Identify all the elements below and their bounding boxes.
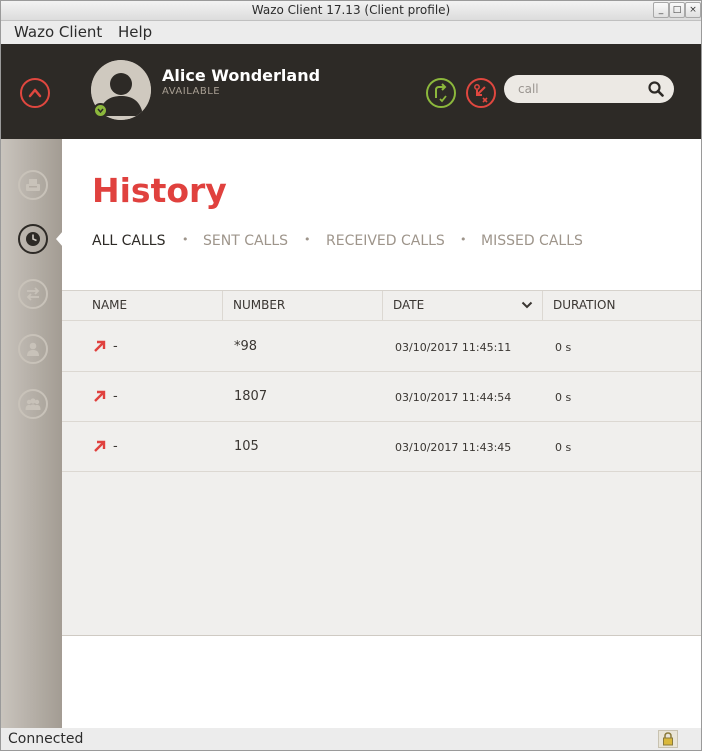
call-name: -: [113, 389, 118, 404]
menu-bar: Wazo Client Help: [1, 21, 701, 44]
panel-footer-area: [62, 637, 701, 728]
header: Alice Wonderland AVAILABLE: [1, 44, 701, 139]
user-name: Alice Wonderland: [162, 66, 321, 85]
sidebar-item-contacts[interactable]: [18, 334, 48, 364]
history-panel: History ALL CALLS • SENT CALLS • RECEIVE…: [62, 139, 701, 728]
window-title: Wazo Client 17.13 (Client profile): [251, 3, 451, 17]
tab-separator: •: [460, 233, 467, 246]
transfer-icon: [26, 287, 40, 301]
tab-separator: •: [304, 233, 311, 246]
column-header-number[interactable]: NUMBER: [233, 298, 285, 312]
table-row[interactable]: - *98 03/10/2017 11:45:11 0 s: [62, 322, 701, 372]
page-title: History: [92, 171, 227, 210]
table-row[interactable]: - 1807 03/10/2017 11:44:54 0 s: [62, 372, 701, 422]
outgoing-call-icon: [94, 440, 106, 452]
title-bar[interactable]: Wazo Client 17.13 (Client profile) _ □ ×: [1, 1, 701, 21]
maximize-button[interactable]: □: [669, 2, 685, 18]
do-not-disturb-button[interactable]: [466, 78, 496, 108]
call-name: -: [113, 339, 118, 354]
tab-all-calls[interactable]: ALL CALLS: [92, 233, 165, 249]
column-header-name[interactable]: NAME: [92, 298, 127, 312]
call-reject-icon: [474, 84, 488, 103]
contact-icon: [27, 342, 39, 356]
sidebar-item-fax[interactable]: [18, 170, 48, 200]
sidebar: [1, 139, 63, 728]
tab-received-calls[interactable]: RECEIVED CALLS: [326, 233, 445, 249]
history-clock-icon: [26, 232, 40, 246]
connection-status: Connected: [8, 731, 84, 747]
tab-missed-calls[interactable]: MISSED CALLS: [481, 233, 583, 249]
column-divider[interactable]: [542, 291, 543, 321]
call-duration: 0 s: [555, 391, 572, 404]
collapse-button[interactable]: [20, 78, 50, 108]
outgoing-call-icon: [94, 340, 106, 352]
call-duration: 0 s: [555, 441, 572, 454]
tab-separator: •: [182, 233, 189, 246]
search-box[interactable]: [504, 75, 674, 103]
call-name: -: [113, 439, 118, 454]
conference-icon: [25, 398, 41, 410]
search-input[interactable]: [518, 80, 638, 98]
menu-wazo-client[interactable]: Wazo Client: [14, 23, 102, 41]
tab-sent-calls[interactable]: SENT CALLS: [203, 233, 288, 249]
call-forward-icon: [435, 83, 447, 103]
close-button[interactable]: ×: [685, 2, 701, 18]
call-number: *98: [234, 339, 258, 354]
table-row[interactable]: - 105 03/10/2017 11:43:45 0 s: [62, 422, 701, 472]
user-status: AVAILABLE: [162, 86, 221, 97]
call-number: 1807: [234, 389, 268, 404]
outgoing-call-icon: [94, 390, 106, 402]
chevron-down-icon: [97, 108, 104, 114]
sort-descending-icon[interactable]: [521, 300, 533, 310]
lock-icon-glyph: [663, 732, 673, 746]
chevron-up-icon: [28, 88, 42, 98]
sidebar-item-history[interactable]: [18, 224, 48, 254]
sidebar-item-transfer[interactable]: [18, 279, 48, 309]
status-bar: Connected: [1, 728, 701, 750]
call-number: 105: [234, 439, 259, 454]
call-date: 03/10/2017 11:43:45: [395, 441, 512, 454]
call-forward-button[interactable]: [426, 78, 456, 108]
call-date: 03/10/2017 11:44:54: [395, 391, 512, 404]
column-header-duration[interactable]: DURATION: [553, 298, 615, 312]
search-icon[interactable]: [648, 81, 664, 97]
call-date: 03/10/2017 11:45:11: [395, 341, 512, 354]
lock-icon[interactable]: [658, 730, 678, 748]
column-header-date[interactable]: DATE: [393, 298, 424, 312]
table-header: NAME NUMBER DATE DURATION: [62, 291, 701, 321]
presence-status-indicator[interactable]: [93, 103, 108, 118]
menu-help[interactable]: Help: [118, 23, 152, 41]
application-window: Wazo Client 17.13 (Client profile) _ □ ×…: [0, 0, 702, 751]
fax-icon: [26, 179, 40, 191]
call-history-table: NAME NUMBER DATE DURATION - *98 03/10/20…: [62, 290, 701, 636]
sidebar-item-conference[interactable]: [18, 389, 48, 419]
column-divider[interactable]: [382, 291, 383, 321]
column-divider[interactable]: [222, 291, 223, 321]
call-duration: 0 s: [555, 341, 572, 354]
minimize-button[interactable]: _: [653, 2, 669, 18]
